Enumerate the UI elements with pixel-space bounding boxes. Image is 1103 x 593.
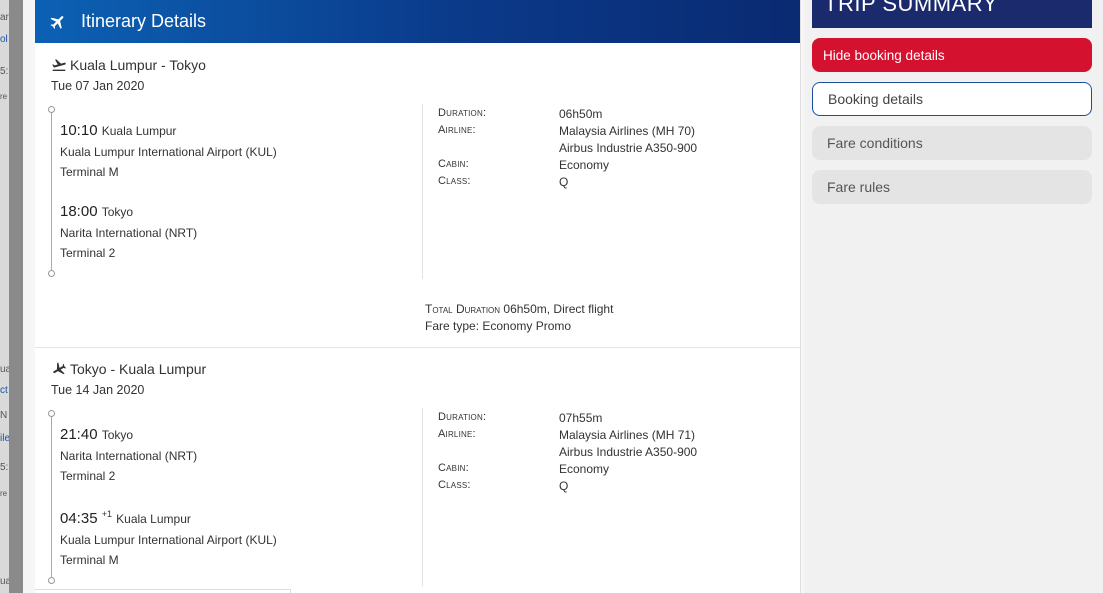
flight-leg-return: Tokyo - Kuala Lumpur Tue 14 Jan 2020 21:… [35,347,800,593]
background-text: ua [0,364,9,375]
airline-value: Malaysia Airlines (MH 70) [559,124,696,138]
timeline-line [51,414,52,581]
leg-date: Tue 14 Jan 2020 [51,383,145,397]
trip-summary-header: TRIP SUMMARY [812,0,1092,28]
leg-route-text: Kuala Lumpur - Tokyo [70,57,206,73]
itinerary-header: Itinerary Details [35,0,800,43]
total-duration-value: 06h50m, Direct flight [503,302,614,316]
arrival-plane-icon [51,361,67,377]
arrival-airport: Narita International (NRT) [60,226,198,240]
airline-value: Malaysia Airlines (MH 71) [559,428,696,442]
background-text: ua [0,576,9,587]
column-divider [422,408,423,586]
cabin-value: Economy [559,462,610,476]
departure-airport: Narita International (NRT) [60,449,198,463]
timeline-dot-end [48,270,55,277]
trip-summary-title: TRIP SUMMARY [824,0,998,16]
arrival-time-value: 04:35 [60,510,98,527]
arrival-time-value: 18:00 [60,203,98,220]
cabin-value: Economy [559,158,610,172]
fare-conditions-button[interactable]: Fare conditions [812,126,1092,160]
leg-date: Tue 07 Jan 2020 [51,79,145,93]
leg-route-text: Tokyo - Kuala Lumpur [70,361,207,377]
hide-booking-details-button[interactable]: Hide booking details [812,38,1092,72]
background-text: N [0,410,8,421]
airline-label: Airline: [438,124,476,136]
departure-time: 10:10 Kuala Lumpur [60,121,176,139]
arrival-time: 18:00 Tokyo [60,202,133,220]
cabin-label: Cabin: [438,158,469,170]
background-text: re [0,489,8,498]
arrival-city: Kuala Lumpur [116,512,191,526]
class-value: Q [559,175,569,189]
timeline-dot-start [48,410,55,417]
day-offset: +1 [101,509,112,519]
fare-rules-button[interactable]: Fare rules [812,170,1092,204]
timeline-line [51,110,52,273]
background-text: re [0,92,8,101]
arrival-city: Tokyo [101,205,134,219]
timeline-dot-start [48,106,55,113]
arrival-airport: Kuala Lumpur International Airport (KUL) [60,533,277,547]
bottom-panel-edge [35,589,291,593]
background-text: ct [0,385,8,396]
airplane-icon [49,13,67,31]
duration-value: 07h55m [559,411,603,425]
itinerary-modal: Itinerary Details Kuala Lumpur - Tokyo T… [23,0,804,593]
arrival-terminal: Terminal 2 [60,246,116,260]
duration-label: Duration: [438,411,487,423]
departure-time-value: 10:10 [60,122,98,139]
class-value: Q [559,479,569,493]
duration-value: 06h50m [559,107,603,121]
aircraft-value: Airbus Industrie A350-900 [559,445,698,459]
background-text: 5: [0,462,9,473]
airline-label: Airline: [438,428,476,440]
aircraft-value: Airbus Industrie A350-900 [559,141,698,155]
total-duration-label: Total Duration [425,302,501,316]
fare-type: Fare type: Economy Promo [425,319,572,333]
arrival-time: 04:35 +1 Kuala Lumpur [60,509,191,527]
departure-city: Kuala Lumpur [101,124,177,138]
background-page: ar ol 5: re ua ct N ile 5: re ua [0,0,9,593]
departure-terminal: Terminal M [60,165,119,179]
leg-route: Tokyo - Kuala Lumpur [51,361,206,377]
class-label: Class: [438,479,471,491]
arrival-terminal: Terminal M [60,553,119,567]
modal-backdrop [9,0,23,593]
leg-route: Kuala Lumpur - Tokyo [51,57,206,73]
departure-time-value: 21:40 [60,426,98,443]
booking-details-button[interactable]: Booking details [812,82,1092,116]
background-text: ar [0,12,9,23]
itinerary-title: Itinerary Details [81,11,207,31]
timeline-dot-end [48,577,55,584]
background-text: 5: [0,66,9,77]
background-text: ol [0,34,8,45]
column-divider [422,104,423,279]
trip-summary-panel: TRIP SUMMARY Hide booking details Bookin… [804,0,1103,593]
departure-time: 21:40 Tokyo [60,425,133,443]
departure-plane-icon [51,57,67,73]
departure-terminal: Terminal 2 [60,469,116,483]
flight-leg-outbound: Kuala Lumpur - Tokyo Tue 07 Jan 2020 10:… [35,43,800,347]
duration-label: Duration: [438,107,487,119]
departure-city: Tokyo [101,428,134,442]
class-label: Class: [438,175,471,187]
departure-airport: Kuala Lumpur International Airport (KUL) [60,145,277,159]
total-duration: Total Duration 06h50m, Direct flight [425,302,613,316]
itinerary-card: Itinerary Details Kuala Lumpur - Tokyo T… [35,0,801,593]
cabin-label: Cabin: [438,462,469,474]
background-text: ile [0,433,9,444]
